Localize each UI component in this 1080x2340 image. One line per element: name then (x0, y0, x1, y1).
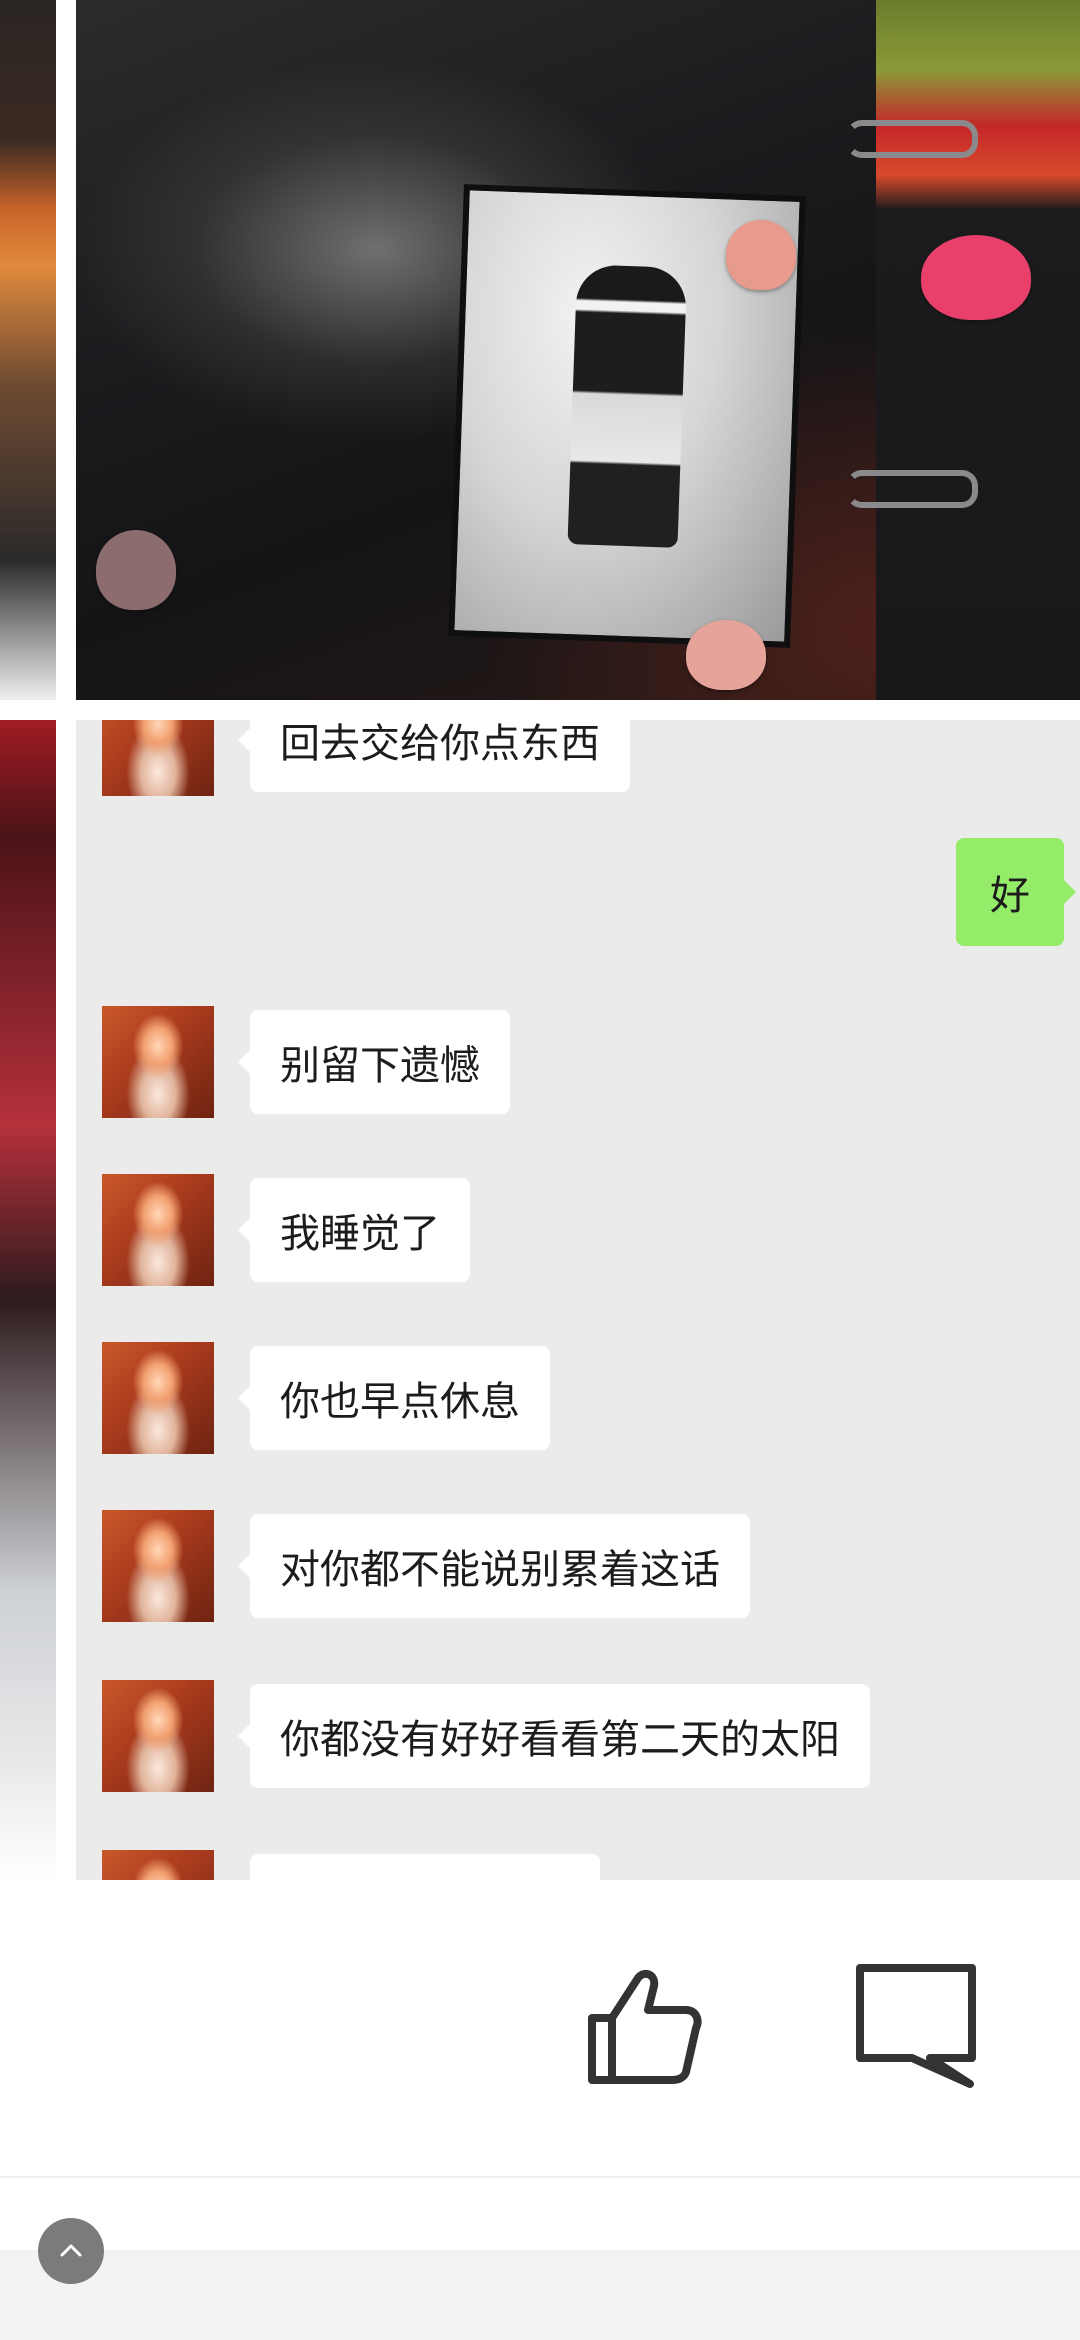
avatar (102, 1850, 214, 1880)
photo-thumbnail-left-bottom[interactable] (0, 720, 56, 1880)
message-bubble: 你也早点休息 (238, 1346, 550, 1450)
message-bubble: 我睡觉了 (238, 1178, 470, 1282)
chevron-up-icon (60, 2244, 82, 2257)
avatar (102, 720, 214, 796)
album-photo[interactable] (76, 0, 1080, 700)
scroll-to-top-button[interactable] (38, 2218, 104, 2284)
footer-band (0, 2250, 1080, 2340)
post-page: 回去交给你点东西 好 别留下遗憾 我睡觉了 你也早点休息 对你都不能说别累着这话 (0, 0, 1080, 2340)
message-bubble: 你都没有好好看看第二天的太阳 (238, 1684, 870, 1788)
avatar (102, 1342, 214, 1454)
message-bubble: 对你都不能说别累着这话 (238, 1514, 750, 1618)
album-ring (846, 470, 978, 508)
message-bubble: 回去交给你点东西 (238, 720, 630, 792)
love-sticker (726, 220, 796, 290)
photo-thumbnail-left-top[interactable] (0, 0, 56, 700)
comment-icon[interactable] (852, 1960, 982, 2090)
avatar (102, 1006, 214, 1118)
message-bubble-self: 好 (956, 838, 1076, 946)
photo-collage: 回去交给你点东西 好 别留下遗憾 我睡觉了 你也早点休息 对你都不能说别累着这话 (0, 0, 1080, 1880)
avatar (102, 1174, 214, 1286)
message-bubble (250, 1854, 600, 1880)
avatar (102, 1510, 214, 1622)
avatar (102, 1680, 214, 1792)
chat-screenshot[interactable]: 回去交给你点东西 好 别留下遗憾 我睡觉了 你也早点休息 对你都不能说别累着这话 (76, 720, 1080, 1880)
heart-sticker (96, 530, 176, 610)
thumbs-up-icon[interactable] (578, 1960, 708, 2090)
photo-person (567, 264, 688, 548)
heart-sticker (921, 235, 1031, 320)
album-right-page (876, 0, 1080, 700)
message-bubble: 别留下遗憾 (238, 1010, 510, 1114)
album-ring (846, 120, 978, 158)
love-sticker (686, 620, 766, 690)
